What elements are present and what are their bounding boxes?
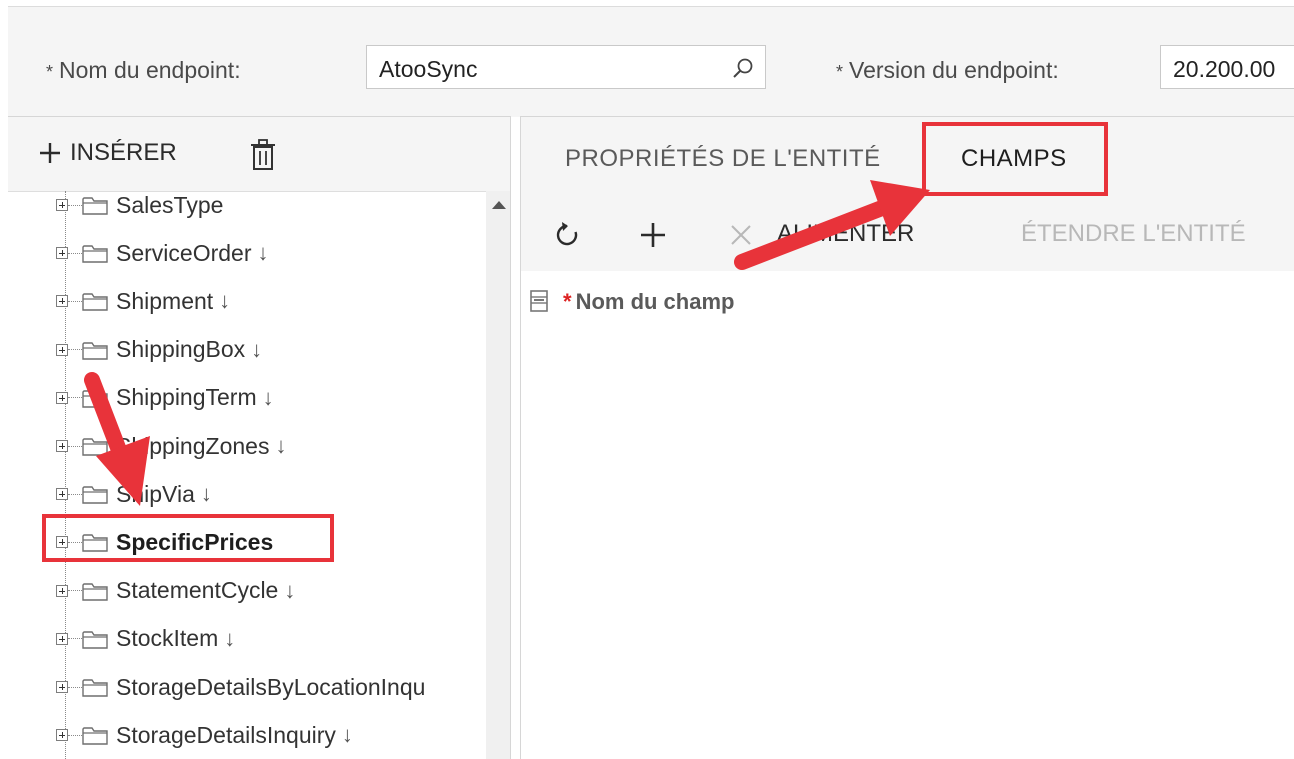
- tree-node[interactable]: Shipment ↓: [56, 286, 230, 316]
- tab-entity-properties[interactable]: PROPRIÉTÉS DE L'ENTITÉ: [565, 145, 881, 173]
- extend-entity-button[interactable]: ÉTENDRE L'ENTITÉ: [1021, 220, 1246, 248]
- down-arrow-marker: ↓: [200, 481, 212, 507]
- folder-icon: [82, 679, 108, 697]
- expand-plus-icon[interactable]: [56, 295, 68, 308]
- search-icon[interactable]: [731, 56, 755, 80]
- tree-node-label: ShippingZones: [116, 432, 270, 459]
- scroll-up-arrow-icon[interactable]: [492, 201, 506, 209]
- folder-icon: [82, 582, 108, 601]
- tab-highlight-box: [922, 122, 1108, 196]
- tree-node[interactable]: ShipVia ↓: [56, 479, 212, 509]
- tree-connector: [68, 300, 82, 302]
- expand-plus-icon[interactable]: [56, 681, 68, 693]
- grid-header: * Nom du champ: [521, 271, 1294, 332]
- tree-node-label: StorageDetailsInquiry: [116, 721, 336, 748]
- expand-plus-icon[interactable]: [56, 199, 68, 211]
- tree-node[interactable]: ShippingZones ↓: [56, 431, 286, 461]
- tree-connector: [68, 638, 82, 640]
- down-arrow-marker: ↓: [284, 577, 296, 603]
- tree-connector: [68, 686, 82, 688]
- delete-icon[interactable]: [729, 223, 753, 247]
- entity-tree: SalesType ServiceOrder ↓ Shipment ↓ ShippingB…: [8, 191, 486, 759]
- tree-node-label: Shipment: [116, 287, 214, 314]
- refresh-icon[interactable]: [553, 221, 581, 249]
- down-arrow-marker: ↓: [257, 240, 269, 266]
- tree-node[interactable]: StatementCycle ↓: [56, 576, 295, 606]
- tree-item-highlight-box: [42, 514, 334, 562]
- tree-node-label: StatementCycle: [116, 577, 279, 604]
- fields-toolbar: ALIMENTER ÉTENDRE L'ENTITÉ: [521, 197, 1294, 272]
- entity-details-panel: PROPRIÉTÉS DE L'ENTITÉ CHAMPS ALIMENTER …: [520, 116, 1294, 759]
- endpoint-name-label: * Nom du endpoint:: [46, 57, 241, 83]
- folder-icon: [82, 245, 108, 263]
- down-arrow-marker: ↓: [251, 336, 263, 362]
- tree-scrollbar[interactable]: [486, 191, 510, 759]
- tree-node-label: SalesType: [116, 191, 224, 218]
- plus-icon: [40, 143, 60, 163]
- tree-node-label: ShipVia: [116, 480, 195, 507]
- tree-node[interactable]: StorageDetailsInquiry ↓: [56, 720, 353, 750]
- tab-bar: PROPRIÉTÉS DE L'ENTITÉ CHAMPS: [521, 117, 1294, 198]
- expand-plus-icon[interactable]: [56, 440, 68, 452]
- tree-node-label: StockItem: [116, 625, 219, 652]
- down-arrow-marker: ↓: [341, 722, 353, 748]
- tree-connector: [68, 590, 82, 592]
- tree-connector: [68, 493, 82, 495]
- folder-icon: [82, 390, 108, 408]
- folder-icon: [82, 438, 108, 456]
- tree-node-label: StorageDetailsByLocationInqu: [116, 673, 426, 700]
- populate-button[interactable]: ALIMENTER: [777, 220, 914, 248]
- tree-toolbar: INSÉRER: [8, 117, 510, 192]
- trash-icon[interactable]: [250, 139, 276, 171]
- expand-plus-icon[interactable]: [56, 729, 68, 742]
- insert-button[interactable]: INSÉRER: [38, 139, 177, 167]
- endpoint-name-field[interactable]: AtooSync: [366, 45, 766, 89]
- tree-node[interactable]: ShippingTerm ↓: [56, 383, 274, 413]
- expand-plus-icon[interactable]: [56, 343, 68, 356]
- tree-node[interactable]: StorageDetailsByLocationInqu: [56, 672, 425, 702]
- tree-connector: [68, 349, 82, 351]
- folder-icon: [82, 341, 108, 360]
- endpoint-version-label: * Version du endpoint:: [836, 57, 1059, 83]
- tree-node[interactable]: ShippingBox ↓: [56, 335, 262, 365]
- tree-node[interactable]: StockItem ↓: [56, 624, 235, 654]
- tree-node-label: ServiceOrder: [116, 239, 252, 266]
- down-arrow-marker: ↓: [219, 288, 231, 314]
- endpoint-version-field[interactable]: 20.200.00: [1160, 45, 1294, 89]
- tree-node[interactable]: SalesType: [56, 191, 223, 220]
- tree-connector: [68, 397, 82, 399]
- folder-icon: [82, 197, 108, 215]
- tree-connector: [68, 445, 82, 447]
- expand-plus-icon[interactable]: [56, 488, 68, 501]
- column-settings-icon[interactable]: [529, 289, 549, 313]
- endpoint-form: * Nom du endpoint: AtooSync * Version du e…: [8, 6, 1294, 117]
- folder-icon: [82, 631, 108, 649]
- expand-plus-icon[interactable]: [56, 584, 68, 597]
- folder-icon: [82, 727, 108, 745]
- down-arrow-marker: ↓: [275, 433, 287, 458]
- expand-plus-icon[interactable]: [56, 391, 68, 404]
- tree-connector: [68, 734, 82, 736]
- tree-node-label: ShippingTerm: [116, 384, 257, 411]
- tree-connector: [68, 252, 82, 254]
- down-arrow-marker: ↓: [262, 384, 274, 410]
- folder-icon: [82, 293, 108, 312]
- fields-grid: [521, 331, 1294, 759]
- column-header-field-name[interactable]: * Nom du champ: [563, 289, 734, 315]
- tree-connector: [68, 204, 82, 206]
- tree-node[interactable]: ServiceOrder ↓: [56, 238, 268, 268]
- tree-node-label: ShippingBox: [116, 336, 246, 363]
- add-icon[interactable]: [639, 221, 667, 249]
- entity-tree-panel: INSÉRER SalesType ServiceOrder ↓ Shipment ↓ S…: [8, 116, 511, 759]
- expand-plus-icon[interactable]: [56, 247, 68, 260]
- folder-icon: [82, 486, 108, 504]
- expand-plus-icon[interactable]: [56, 632, 68, 645]
- down-arrow-marker: ↓: [224, 625, 236, 651]
